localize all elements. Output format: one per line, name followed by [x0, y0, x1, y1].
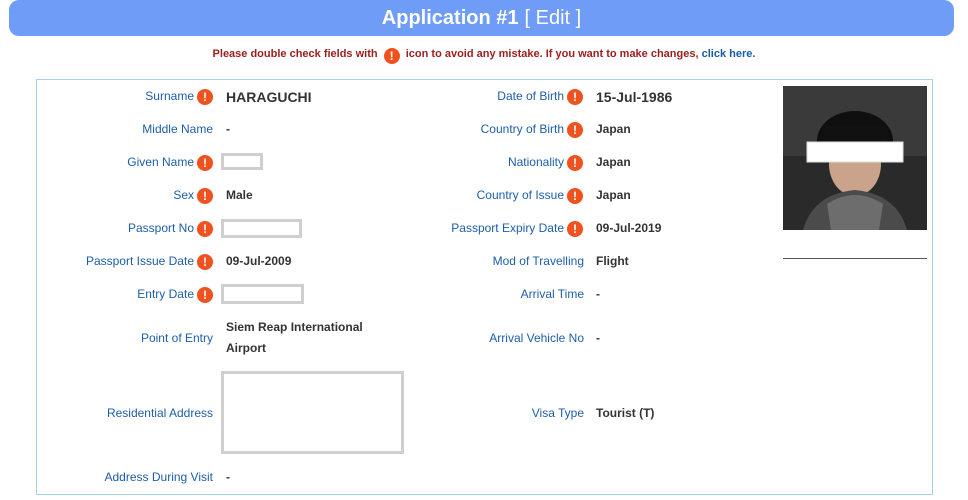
warning-icon: !: [197, 221, 213, 237]
country-of-issue-label: Country of Issue: [476, 188, 564, 202]
middle-name-label: Middle Name: [142, 122, 213, 136]
passport-expiry-date-value: 09-Jul-2019: [596, 221, 662, 235]
middle-name-value: -: [226, 122, 230, 136]
entry-date-label: Entry Date: [137, 287, 194, 301]
applicant-photo: [783, 86, 927, 230]
nationality-label: Nationality: [507, 155, 564, 169]
date-of-birth-label: Date of Birth: [497, 89, 564, 103]
warning-icon: !: [567, 155, 583, 171]
notice-message: Please double check fields with ! icon t…: [0, 48, 968, 64]
given-name-redacted: [221, 153, 263, 170]
warning-icon: !: [383, 48, 400, 64]
warning-icon: !: [567, 188, 583, 204]
arrival-time-value: -: [596, 287, 600, 301]
entry-date-redacted: [221, 284, 304, 304]
warning-icon: !: [197, 287, 213, 303]
surname-label: Surname: [145, 89, 194, 103]
warning-icon: !: [197, 89, 213, 105]
country-of-issue-value: Japan: [596, 188, 631, 202]
arrival-time-label: Arrival Time: [520, 287, 584, 301]
photo-divider: [783, 258, 927, 259]
country-of-birth-label: Country of Birth: [480, 122, 564, 136]
warning-icon: !: [567, 89, 583, 105]
date-of-birth-value: 15-Jul-1986: [596, 89, 673, 105]
nationality-value: Japan: [596, 155, 631, 169]
passport-issue-date-label: Passport Issue Date: [85, 254, 194, 268]
passport-issue-date-value: 09-Jul-2009: [226, 254, 292, 268]
address-during-visit-label: Address During Visit: [104, 470, 214, 484]
surname-value: HARAGUCHI: [226, 89, 312, 105]
arrival-vehicle-no-value: -: [596, 331, 600, 345]
notice-text-before: Please double check fields with: [212, 48, 378, 60]
warning-icon: !: [197, 188, 213, 204]
mod-of-travelling-value: Flight: [596, 254, 629, 268]
point-of-entry-label: Point of Entry: [140, 331, 213, 345]
residential-address-redacted: [221, 371, 404, 454]
notice-text-after: icon to avoid any mistake. If you want t…: [405, 48, 699, 60]
sex-value: Male: [226, 188, 253, 202]
applicant-photo-image: [783, 86, 927, 230]
click-here-link[interactable]: click here.: [702, 48, 756, 60]
passport-no-redacted: [221, 219, 302, 238]
sex-label: Sex: [173, 188, 194, 202]
application-header: Application #1 [ Edit ]: [9, 0, 954, 36]
country-of-birth-value: Japan: [596, 122, 631, 136]
visa-type-value: Tourist (T): [596, 406, 655, 420]
page-title: Application #1: [381, 6, 519, 29]
edit-link[interactable]: [ Edit ]: [525, 7, 582, 30]
point-of-entry-value-line1: Siem Reap International: [226, 320, 363, 334]
point-of-entry-value-line2: Airport: [226, 341, 266, 355]
warning-icon: !: [197, 254, 213, 270]
passport-no-label: Passport No: [127, 221, 194, 235]
arrival-vehicle-no-label: Arrival Vehicle No: [489, 331, 584, 345]
warning-icon: !: [567, 221, 583, 237]
residential-address-label: Residential Address: [106, 406, 213, 420]
warning-icon: !: [197, 155, 213, 171]
passport-expiry-date-label: Passport Expiry Date: [451, 221, 564, 235]
visa-type-label: Visa Type: [531, 406, 584, 420]
warning-icon: !: [567, 122, 583, 138]
mod-of-travelling-label: Mod of Travelling: [492, 254, 584, 268]
given-name-label: Given Name: [127, 155, 194, 169]
address-during-visit-value: -: [226, 470, 230, 484]
